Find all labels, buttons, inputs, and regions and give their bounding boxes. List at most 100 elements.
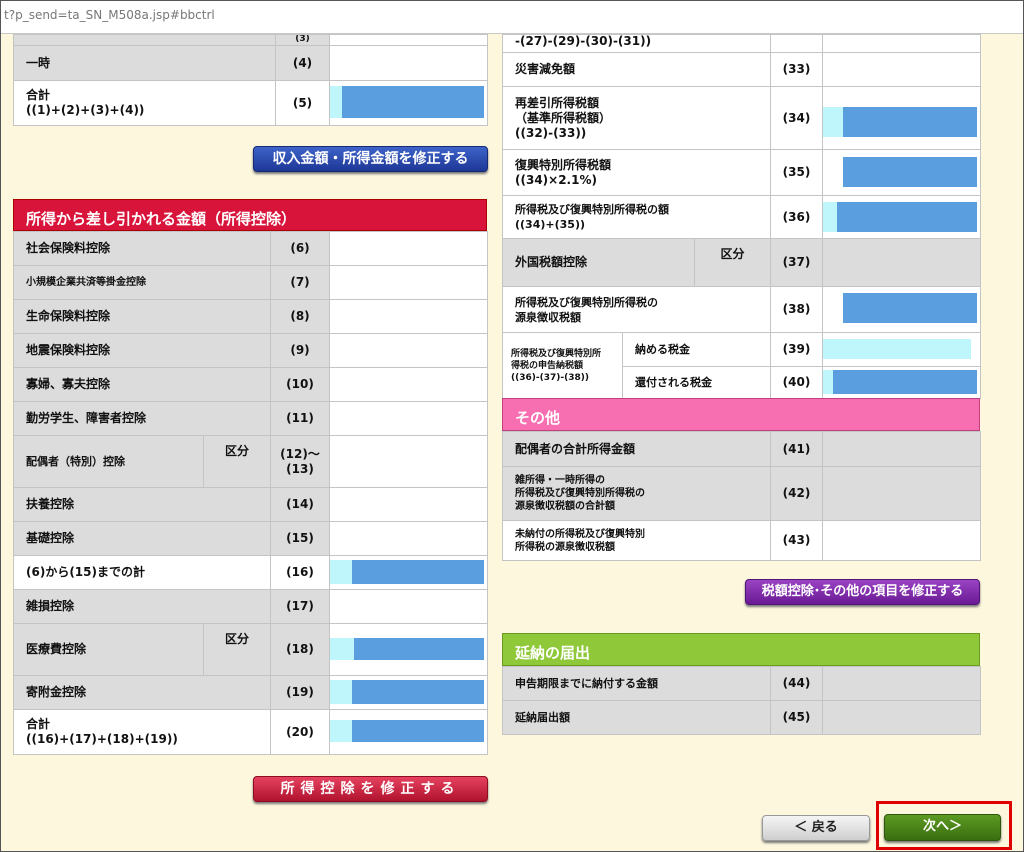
income-value-4 — [329, 45, 488, 81]
deduction-value-12 — [329, 435, 489, 488]
tax-label-35: 復興特別所得税額 ((34)×2.1%) — [501, 149, 772, 196]
deduction-num-18: (18) — [270, 623, 331, 676]
income-cut-label — [13, 34, 276, 46]
deduction-value-7 — [329, 265, 489, 300]
tax-value-36 — [822, 195, 982, 239]
deduction-value-16-bar — [352, 560, 485, 584]
tax-cut-value — [822, 34, 982, 53]
tax-value-40-bar — [833, 370, 978, 394]
deduction-label-11: 勤労学生、障害者控除 — [12, 401, 272, 436]
tax-table: -(27)-(29)-(30)-(31)) 災害減免額 (33) 再差引所得税額… — [501, 34, 982, 399]
deduction-sub-12: 区分 — [202, 435, 272, 488]
tax-cut-label: -(27)-(29)-(30)-(31)) — [501, 34, 772, 53]
tax-num-34: (34) — [770, 86, 824, 150]
deduction-label-19: 寄附金控除 — [12, 675, 272, 710]
filing-group-label: 所得税及び復興特別所 得税の申告納税額 ((36)-(37)-(38)) — [502, 332, 623, 399]
extension-value-45 — [822, 700, 981, 735]
income-cut-num: (3) — [275, 34, 330, 46]
deduction-value-18 — [329, 623, 489, 676]
deduction-num-15: (15) — [270, 521, 331, 556]
tax-label-33: 災害減免額 — [501, 52, 772, 87]
fix-income-button[interactable]: 収入金額・所得金額を修正する — [253, 146, 488, 172]
deduction-label-18: 医療費控除 — [13, 623, 204, 676]
deduction-label-15: 基礎控除 — [12, 521, 272, 556]
fix-deductions-button[interactable]: 所得控除を修正する — [253, 776, 488, 802]
deduction-label-14: 扶養控除 — [12, 487, 272, 522]
tax-value-36-bar — [837, 202, 978, 232]
extension-table: 申告期限までに納付する金額 (44) 延納届出額 (45) — [502, 666, 981, 735]
deduction-num-14: (14) — [270, 487, 331, 522]
extension-header: 延納の届出 — [502, 633, 980, 666]
deduction-num-11: (11) — [270, 401, 331, 436]
tax-sub-37: 区分 — [693, 238, 772, 287]
url-text: t?p_send=ta_SN_M508a.jsp#bbctrl — [4, 8, 215, 22]
other-table: 配偶者の合計所得金額 (41) 雑所得・一時所得の 所得税及び復興特別所得税の … — [502, 431, 981, 561]
deduction-value-8 — [329, 299, 489, 334]
deduction-num-6: (6) — [270, 231, 331, 266]
deduction-label-10: 寡婦、寡夫控除 — [12, 367, 272, 402]
tax-value-37 — [822, 238, 982, 287]
tax-num-35: (35) — [770, 149, 824, 196]
deduction-num-20: (20) — [270, 709, 331, 755]
tax-label-37: 外国税額控除 — [502, 238, 695, 287]
deduction-value-11 — [329, 401, 489, 436]
deductions-header: 所得から差し引かれる金額（所得控除） — [13, 199, 487, 231]
tax-label-34: 再差引所得税額 （基準所得税額） ((32)-(33)) — [501, 86, 772, 150]
income-cut-value — [329, 34, 488, 46]
other-header: その他 — [502, 398, 980, 431]
other-label-41: 配偶者の合計所得金額 — [502, 431, 771, 467]
deduction-value-6 — [329, 231, 489, 266]
deduction-num-19: (19) — [270, 675, 331, 710]
other-label-42: 雑所得・一時所得の 所得税及び復興特別所得税の 源泉徴収税額の合計額 — [502, 466, 771, 521]
other-label-43: 未納付の所得税及び復興特別 所得税の源泉徴収税額 — [502, 520, 771, 561]
back-button[interactable]: ＜ 戻る — [762, 815, 870, 841]
deduction-label-20: 合計 ((16)+(17)+(18)+(19)) — [12, 709, 272, 755]
tax-cut-num — [770, 34, 824, 53]
tax-label-38: 所得税及び復興特別所得税の 源泉徴収税額 — [501, 286, 772, 333]
deduction-label-7: 小規模企業共済等掛金控除 — [12, 265, 272, 300]
tax-label-40: 還付される税金 — [621, 366, 772, 399]
tax-value-39 — [822, 332, 982, 367]
tax-num-33: (33) — [770, 52, 824, 87]
extension-value-44 — [822, 666, 981, 701]
deduction-value-20-bar — [352, 720, 485, 742]
tax-value-34-bar — [843, 107, 978, 137]
deduction-value-19-bar — [352, 680, 485, 704]
deduction-num-17: (17) — [270, 589, 331, 624]
tax-value-34 — [822, 86, 982, 150]
income-num-5: (5) — [275, 80, 330, 126]
extension-num-44: (44) — [770, 666, 823, 701]
deduction-value-14 — [329, 487, 489, 522]
deduction-value-18-bar — [354, 638, 485, 660]
deduction-num-12: (12)～ (13) — [270, 435, 331, 488]
other-num-43: (43) — [770, 520, 823, 561]
tax-value-38 — [822, 286, 982, 333]
deduction-label-6: 社会保険料控除 — [12, 231, 272, 266]
deduction-num-8: (8) — [270, 299, 331, 334]
deduction-label-12: 配偶者（特別）控除 — [13, 435, 204, 488]
income-label-4: 一時 — [13, 45, 276, 81]
tax-num-38: (38) — [770, 286, 824, 333]
tax-value-38-bar — [843, 293, 978, 323]
tax-num-36: (36) — [770, 195, 824, 239]
extension-label-44: 申告期限までに納付する金額 — [502, 666, 771, 701]
income-value-5-bar — [342, 86, 484, 118]
address-bar[interactable]: t?p_send=ta_SN_M508a.jsp#bbctrl — [0, 0, 1024, 34]
other-value-41 — [822, 431, 981, 467]
deduction-value-15 — [329, 521, 489, 556]
deduction-value-9 — [329, 333, 489, 368]
deduction-value-16 — [329, 555, 489, 590]
deductions-table: 社会保険料控除 (6) 小規模企業共済等掛金控除 (7) 生命保険料控除 (8)… — [12, 231, 489, 755]
deduction-label-8: 生命保険料控除 — [12, 299, 272, 334]
income-table: (3) 一時 (4) 合計 ((1)+(2)+(3)+(4)) (5) — [13, 34, 488, 126]
income-label-5: 合計 ((1)+(2)+(3)+(4)) — [13, 80, 276, 126]
extension-label-45: 延納届出額 — [502, 700, 771, 735]
deduction-num-16: (16) — [270, 555, 331, 590]
tax-value-33 — [822, 52, 982, 87]
fix-tax-credit-button[interactable]: 税額控除･その他の項目を修正する — [745, 579, 980, 605]
next-button[interactable]: 次へ＞ — [884, 814, 1001, 841]
tax-num-39: (39) — [770, 332, 824, 367]
deduction-num-7: (7) — [270, 265, 331, 300]
income-num-4: (4) — [275, 45, 330, 81]
tax-label-39: 納める税金 — [621, 332, 772, 367]
